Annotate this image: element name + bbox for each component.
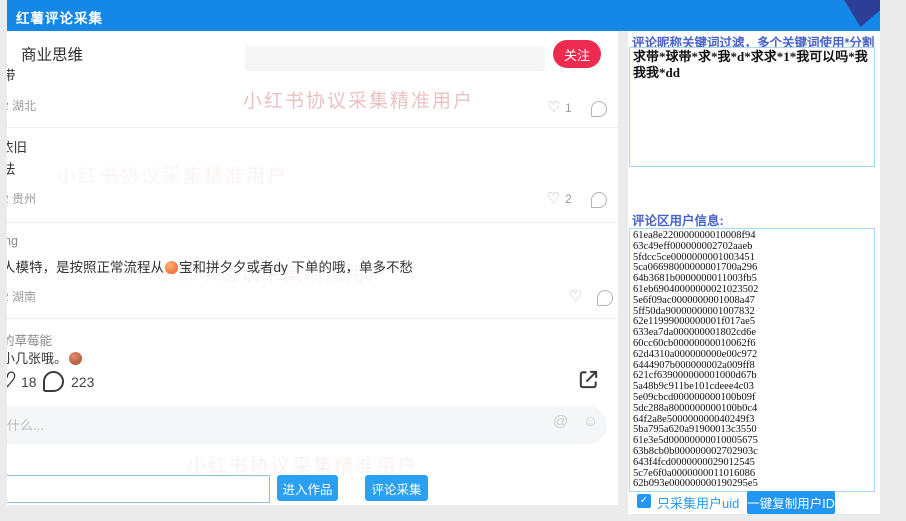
enter-note-button[interactable]: 进入作品	[277, 475, 338, 501]
post-card: 商业思维 关注 小红书协议采集精准用户 小红书协议采集精准用户 小红书协议采集精…	[7, 31, 618, 505]
watermark-text: 小红书协议采集精准用户	[243, 86, 474, 113]
emoji-picker-icon[interactable]: ☺	[583, 413, 598, 430]
comment-text: 法	[7, 158, 16, 178]
app-title: 红薯评论采集	[16, 7, 103, 27]
user-id-row: 643f4fcd0000000029012545	[633, 458, 871, 469]
comment-username: 的草莓能	[7, 330, 52, 349]
note-link-input[interactable]	[7, 475, 270, 503]
user-id-list[interactable]: 61ea8e220000000010008f9463c49eff00000000…	[629, 228, 875, 492]
comment-meta: 2 湖南	[7, 288, 36, 305]
comments-count: 223	[71, 374, 94, 390]
comments-icon[interactable]	[43, 371, 64, 392]
collector-panel: 评论昵称关键词过滤，多个关键词使用*分割 评论区用户信息: 61ea8e2200…	[628, 31, 880, 514]
user-id-row: 62d4310a000000000e00c972	[633, 350, 871, 361]
divider	[7, 222, 618, 223]
uid-only-checkbox[interactable]: ✓	[637, 494, 651, 508]
watermark-text: 小红书协议采集精准用户	[187, 451, 418, 478]
like-count: 18	[21, 374, 37, 390]
user-id-row: 5e6f09ac0000000001008a47	[633, 296, 871, 307]
heart-icon[interactable]: ♡	[547, 100, 560, 115]
comment-text: 带	[7, 64, 16, 84]
user-id-row: 63c49eff000000002702aaeb	[633, 242, 871, 253]
heart-icon[interactable]: ♡	[547, 191, 560, 206]
reply-bubble-icon[interactable]	[591, 192, 607, 208]
post-author-title: 商业思维	[21, 43, 83, 65]
like-icon[interactable]: ♡	[7, 370, 17, 391]
copy-user-ids-button[interactable]: 一键复制用户ID	[747, 491, 835, 514]
reply-bubble-icon[interactable]	[591, 101, 607, 117]
comment-input[interactable]	[7, 406, 607, 444]
heart-icon[interactable]: ♡	[569, 289, 582, 304]
reply-bubble-icon[interactable]	[597, 290, 613, 306]
divider	[7, 127, 618, 128]
keyword-filter-textarea[interactable]	[629, 47, 875, 167]
peach-emoji	[165, 261, 178, 274]
comment-like-count: 1	[565, 101, 572, 115]
user-info-label: 评论区用户信息:	[632, 210, 724, 229]
monkey-emoji	[69, 352, 82, 365]
comment-text: 小几张哦。	[7, 348, 84, 367]
comment-text: 依旧	[7, 136, 27, 156]
comment-meta: 2 湖北	[7, 97, 36, 114]
user-id-row: 5dc288a8000000000100b0c4	[633, 404, 871, 415]
app-window: 红薯评论采集 商业思维 关注 小红书协议采集精准用户 小红书协议采集精准用户 小…	[0, 0, 906, 521]
title-row-band	[245, 46, 545, 71]
titlebar: 红薯评论采集	[7, 0, 880, 31]
comment-text: 人模特，是按照正常流程从宝和拼夕夕或者dy 下单的哦，单多不愁	[7, 256, 413, 276]
share-icon[interactable]	[577, 368, 600, 396]
comment-like-count: 2	[565, 192, 572, 206]
uid-only-checkbox-label[interactable]: 只采集用户uid	[657, 493, 739, 512]
comment-input-placeholder: 什么...	[7, 415, 44, 434]
follow-button[interactable]: 关注	[553, 40, 601, 68]
comment-meta: 2 贵州	[7, 190, 36, 207]
comment-username: ng	[7, 234, 18, 248]
mention-at-icon[interactable]: @	[553, 413, 568, 430]
comment-text-part: 人模特，是按照正常流程从	[7, 260, 164, 275]
watermark-text: 小红书协议采集精准用户	[57, 161, 288, 188]
divider	[7, 318, 618, 319]
comment-text-part: 小几张哦。	[7, 351, 67, 366]
user-id-row: 62b093e000000000190295e5	[633, 479, 871, 490]
comment-text-part: 宝和拼夕夕或者dy 下单的哦，单多不愁	[179, 260, 413, 275]
collect-comments-button[interactable]: 评论采集	[365, 475, 428, 501]
